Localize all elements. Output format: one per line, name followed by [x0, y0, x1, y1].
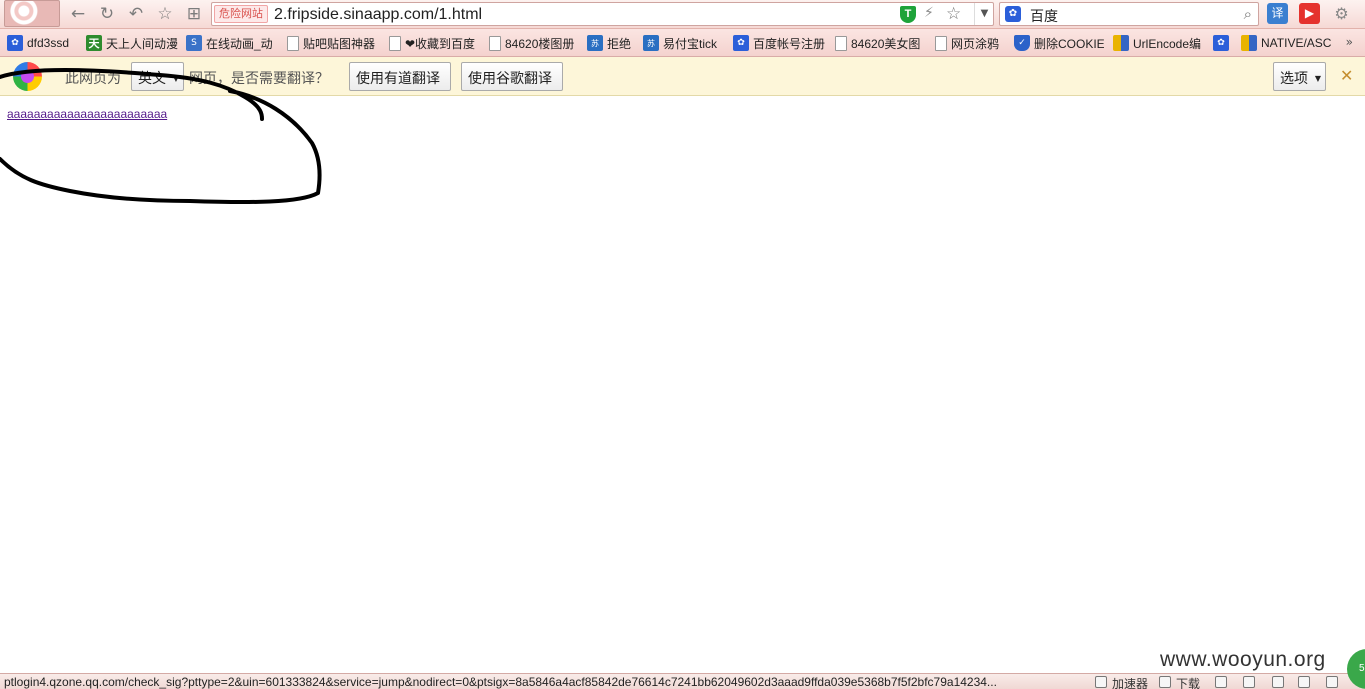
status-url-text: ptlogin4.qzone.qq.com/check_sig?pttype=2…: [4, 675, 997, 689]
apps-grid-icon[interactable]: ⊞: [183, 3, 205, 25]
page-icon: [287, 35, 299, 51]
page-link[interactable]: aaaaaaaaaaaaaaaaaaaaaaaa: [7, 107, 167, 121]
bookmark-item[interactable]: 天 天上人间动漫: [86, 34, 178, 52]
status-bar: ptlogin4.qzone.qq.com/check_sig?pttype=2…: [0, 673, 1365, 689]
security-shield-icon[interactable]: T: [900, 6, 916, 23]
refresh-icon[interactable]: ↻: [96, 3, 118, 25]
chevron-down-icon: ▼: [172, 74, 179, 83]
close-icon[interactable]: ✕: [1340, 66, 1353, 85]
urlencode-icon: [1113, 35, 1129, 51]
search-box[interactable]: ✿ 百度 ⌕: [999, 2, 1259, 26]
chevron-down-icon[interactable]: ▼: [974, 3, 994, 25]
bookmark-item[interactable]: 84620楼图册: [489, 34, 579, 52]
native-ascii-icon: [1241, 35, 1257, 51]
page-icon: [489, 35, 501, 51]
bookmark-item[interactable]: ✿: [1213, 34, 1233, 52]
plane-icon[interactable]: [1095, 676, 1107, 688]
suning-icon: 苏: [587, 35, 603, 51]
tian-icon: 天: [86, 35, 102, 51]
bookmark-item[interactable]: ✿ dfd3ssd: [7, 34, 79, 52]
paw-icon: ✿: [733, 35, 749, 51]
translation-infobar: 此网页为 英文 ▼ 网页，是否需要翻译？ 使用有道翻译 使用谷歌翻译 选项 ▼ …: [0, 57, 1365, 96]
screen-icon[interactable]: [1298, 676, 1310, 688]
bookmark-item[interactable]: 苏 拒绝: [587, 34, 637, 52]
language-select[interactable]: 英文 ▼: [131, 62, 184, 91]
bookmark-item[interactable]: ❤收藏到百度: [389, 34, 479, 52]
download-button[interactable]: 下载: [1176, 675, 1200, 689]
options-button[interactable]: 选项 ▼: [1273, 62, 1326, 91]
bookmark-item[interactable]: 苏 易付宝tick: [643, 34, 725, 52]
bookmark-star-icon[interactable]: ☆: [946, 4, 961, 24]
google-translate-button[interactable]: 使用谷歌翻译: [461, 62, 563, 91]
bookmark-item[interactable]: 贴吧贴图神器: [287, 34, 377, 52]
danger-site-badge[interactable]: 危险网站: [214, 5, 268, 23]
suning-icon: 苏: [643, 35, 659, 51]
download-icon[interactable]: [1159, 676, 1171, 688]
accelerator-button[interactable]: 加速器: [1112, 675, 1148, 689]
back-icon[interactable]: ←: [67, 3, 89, 25]
favorite-star-icon[interactable]: ☆: [154, 3, 176, 25]
watermark-text: www.wooyun.org: [1160, 648, 1326, 671]
translate-prompt-suffix: 网页，是否需要翻译？: [189, 70, 329, 86]
bookmark-item[interactable]: NATIVE/ASC: [1241, 34, 1333, 52]
bookmark-item[interactable]: S 在线动画_动: [186, 34, 278, 52]
translate-prompt-prefix: 此网页为: [65, 70, 121, 86]
paw-icon: ✿: [1213, 35, 1229, 51]
bookmark-item[interactable]: 网页涂鸦: [935, 34, 1007, 52]
trash-icon[interactable]: [1243, 676, 1255, 688]
translate-icon[interactable]: 译: [1267, 3, 1288, 24]
window-icon[interactable]: [1272, 676, 1284, 688]
undo-icon[interactable]: ↶: [125, 3, 147, 25]
wrench-settings-icon[interactable]: ⚙: [1331, 3, 1352, 24]
search-engine-label[interactable]: 百度: [1030, 6, 1058, 26]
shield-icon: ✓: [1014, 35, 1030, 51]
bookmark-item[interactable]: ✓ 删除COOKIE: [1014, 34, 1104, 52]
translate-logo-icon: [13, 62, 42, 91]
user-avatar[interactable]: [4, 0, 60, 27]
video-play-icon[interactable]: ▶: [1299, 3, 1320, 24]
page-icon: [935, 35, 947, 51]
bookmark-item[interactable]: UrlEncode编: [1113, 34, 1205, 52]
page-icon: [389, 35, 401, 51]
chevron-down-icon: ▼: [1314, 74, 1321, 83]
page-icon: [835, 35, 847, 51]
browser-toolbar: ← ↻ ↶ ☆ ⊞ 危险网站 2.fripside.sinaapp.com/1.…: [0, 0, 1365, 29]
search-icon[interactable]: ⌕: [1244, 5, 1252, 23]
tab-icon[interactable]: [1215, 676, 1227, 688]
url-input[interactable]: 2.fripside.sinaapp.com/1.html: [274, 5, 482, 24]
youdao-translate-button[interactable]: 使用有道翻译: [349, 62, 451, 91]
baidu-paw-icon[interactable]: ✿: [1005, 6, 1021, 22]
speed-bolt-icon[interactable]: ⚡: [924, 5, 934, 21]
flash-icon: S: [186, 35, 202, 51]
bookmark-item[interactable]: 84620美女图: [835, 34, 923, 52]
zoom-icon[interactable]: [1326, 676, 1338, 688]
address-bar[interactable]: 危险网站 2.fripside.sinaapp.com/1.html T ⚡ ☆…: [211, 2, 994, 26]
bookmarks-bar: ✿ dfd3ssd 天 天上人间动漫 S 在线动画_动 贴吧贴图神器 ❤收藏到百…: [0, 29, 1365, 57]
bookmarks-overflow-icon[interactable]: »: [1346, 35, 1353, 49]
bookmark-item[interactable]: ✿ 百度帐号注册: [733, 34, 825, 52]
paw-icon: ✿: [7, 35, 23, 51]
